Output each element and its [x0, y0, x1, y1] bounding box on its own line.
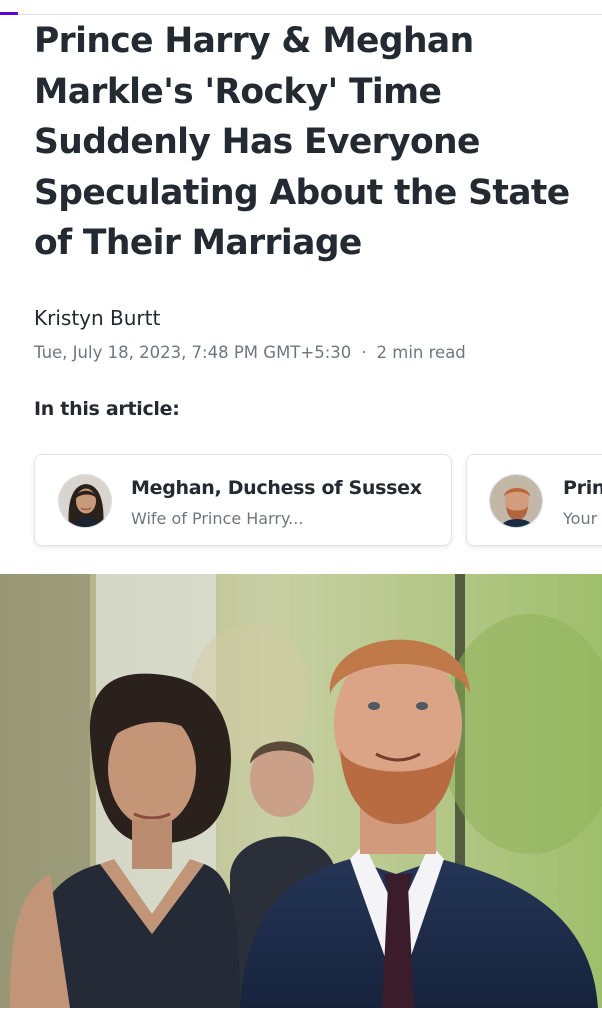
entity-card-harry[interactable]: Prin Your: [466, 454, 602, 546]
avatar-harry-icon: [489, 474, 543, 528]
in-this-article-heading: In this article:: [34, 398, 180, 420]
avatar-harry-image: [490, 475, 542, 527]
hero-photo[interactable]: [0, 574, 602, 1008]
author-name[interactable]: Kristyn Burtt: [34, 306, 160, 330]
top-divider: [0, 14, 602, 15]
article-headline: Prince Harry & Meghan Markle's 'Rocky' T…: [34, 21, 570, 263]
entity-name: Meghan, Duchess of Sussex: [131, 477, 422, 499]
publish-timestamp: Tue, July 18, 2023, 7:48 PM GMT+5:30: [34, 343, 352, 362]
article-meta: Tue, July 18, 2023, 7:48 PM GMT+5:30 · 2 m…: [34, 343, 466, 362]
entity-name: Prin: [563, 477, 602, 499]
accent-indicator: [0, 12, 18, 15]
meta-separator: ·: [361, 343, 367, 362]
related-entities-carousel[interactable]: Meghan, Duchess of Sussex Wife of Prince…: [0, 452, 602, 552]
avatar-meghan-image: [59, 475, 111, 527]
entity-description: Your: [563, 509, 598, 528]
entity-description: Wife of Prince Harry...: [131, 509, 304, 528]
entity-card-meghan[interactable]: Meghan, Duchess of Sussex Wife of Prince…: [34, 454, 452, 546]
avatar-meghan-icon: [58, 474, 112, 528]
read-time: 2 min read: [376, 343, 466, 362]
hero-photo-illustration: [0, 574, 602, 1008]
